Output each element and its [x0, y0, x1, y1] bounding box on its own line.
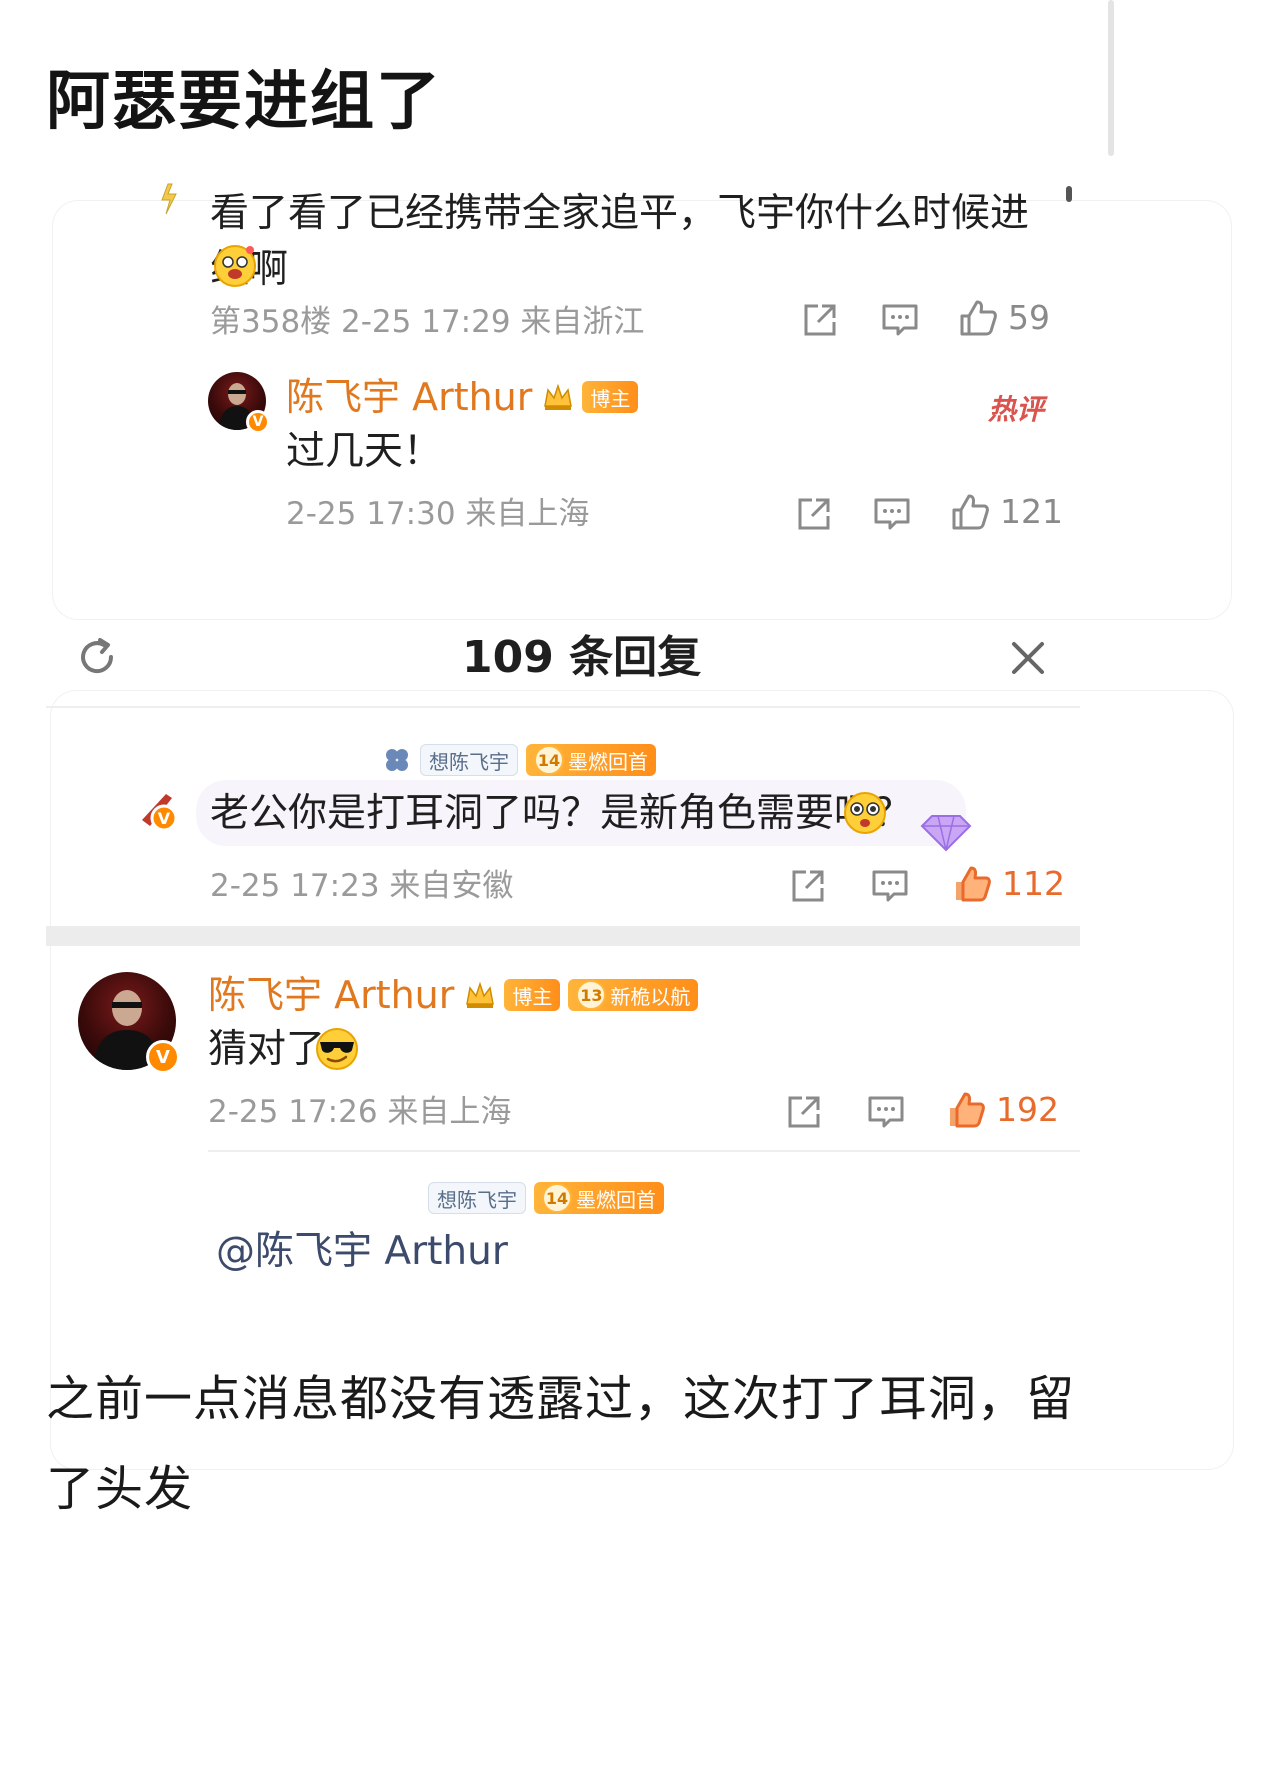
share-icon[interactable]	[784, 1092, 824, 1132]
like-count: 112	[1002, 864, 1065, 903]
reply-author[interactable]: 陈飞宇 Arthur	[208, 970, 454, 1020]
blogger-badge: 博主	[504, 979, 561, 1011]
close-icon[interactable]	[1010, 640, 1046, 676]
section-separator	[46, 926, 1080, 946]
fan-level-badge: 13 新桅以航	[568, 979, 699, 1011]
panel-title: 109 条回复	[462, 632, 702, 683]
comment-icon[interactable]	[872, 494, 912, 534]
mention-text[interactable]: @陈飞宇 Arthur	[216, 1224, 508, 1280]
reply-meta: 2-25 17:26 来自上海	[208, 1094, 512, 1130]
svg-text:V: V	[158, 809, 171, 828]
emoji-pleading-icon	[842, 790, 888, 836]
emoji-excited-icon	[212, 242, 258, 288]
like-button[interactable]: 112	[952, 864, 1065, 904]
fan-name-badge: 想陈飞宇	[420, 744, 518, 776]
share-icon[interactable]	[794, 494, 834, 534]
fan-level-badge: 14 墨燃回首	[534, 1182, 664, 1214]
comment-text: 看了看了已经携带全家追平，飞宇你什么时候进组啊	[210, 191, 1030, 292]
like-button[interactable]: 59	[958, 298, 1050, 338]
verified-icon: V	[246, 410, 270, 434]
like-icon	[952, 864, 992, 904]
share-icon[interactable]	[800, 300, 840, 340]
page-title: 阿瑟要进组了	[46, 65, 442, 139]
like-icon	[958, 298, 998, 338]
blogger-badge: 博主	[582, 381, 639, 413]
comment-icon[interactable]	[880, 300, 920, 340]
scrollbar-thumb[interactable]	[1066, 186, 1072, 202]
reply-text: 猜对了	[208, 1027, 326, 1072]
diamond-icon	[918, 806, 974, 852]
post-body-paragraph: 之前一点消息都没有透露过，这次打了耳洞，留了头发	[46, 1371, 1076, 1517]
like-count: 192	[996, 1090, 1059, 1129]
emoji-cool-icon	[314, 1026, 360, 1072]
reply-author[interactable]: 陈飞宇 Arthur	[286, 372, 532, 422]
lightning-icon	[158, 182, 180, 216]
share-icon[interactable]	[788, 866, 828, 906]
reply-text: 过几天！	[286, 429, 443, 474]
comment-meta: 第358楼 2-25 17:29 来自浙江	[210, 304, 645, 340]
like-button[interactable]: 121	[950, 492, 1063, 532]
fan-level-badge: 14 墨燃回首	[526, 744, 656, 776]
verified-icon: V	[146, 1040, 180, 1074]
like-icon	[946, 1090, 986, 1130]
panel-divider	[46, 706, 1080, 708]
comment-icon[interactable]	[870, 866, 910, 906]
page-scrollbar[interactable]	[1108, 0, 1114, 156]
crown-icon	[542, 382, 574, 412]
reply-divider	[208, 1150, 1080, 1152]
hot-comment-tag: 热评	[988, 393, 1045, 426]
reply-meta: 2-25 17:30 来自上海	[286, 496, 590, 532]
fan-name-badge: 想陈飞宇	[428, 1182, 526, 1214]
like-count: 59	[1008, 298, 1050, 337]
reply-text: 老公你是打耳洞了吗？是新角色需要吗？	[210, 791, 913, 836]
like-icon	[950, 492, 990, 532]
crown-icon	[464, 980, 496, 1010]
avatar[interactable]: V	[138, 790, 180, 832]
like-button[interactable]: 192	[946, 1090, 1059, 1130]
comment-icon[interactable]	[866, 1092, 906, 1132]
clover-icon	[382, 745, 412, 775]
refresh-icon[interactable]	[76, 636, 118, 678]
reply-meta: 2-25 17:23 来自安徽	[210, 868, 514, 904]
like-count: 121	[1000, 492, 1063, 531]
